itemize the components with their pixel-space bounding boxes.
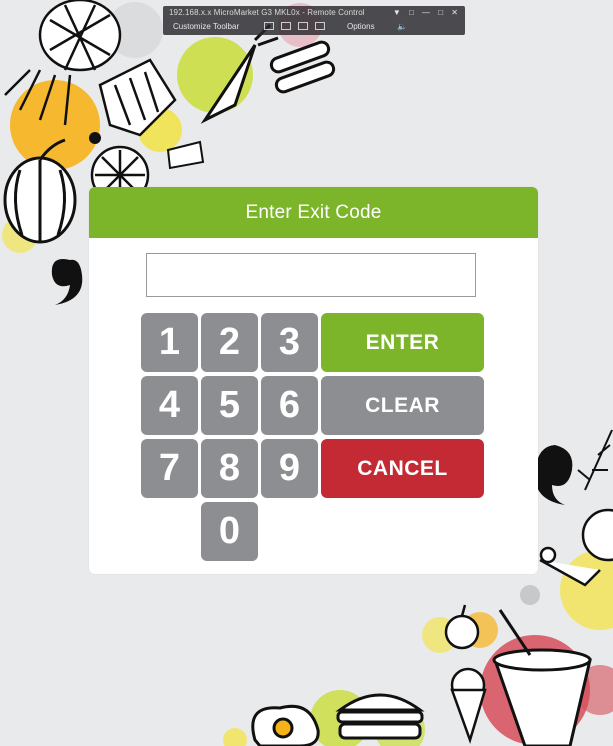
enter-button[interactable]: ENTER <box>321 313 484 372</box>
keypad-key-9[interactable]: 9 <box>261 439 318 498</box>
customize-toolbar-button[interactable]: Customize Toolbar <box>173 22 239 31</box>
screen-icon[interactable] <box>281 22 291 30</box>
remote-control-toolbar: 192.168.x.x MicroMarket G3 MKL0x - Remot… <box>163 6 465 35</box>
exit-code-dialog: Enter Exit Code 1 2 3 4 5 6 7 8 9 0 ENTE… <box>89 187 538 574</box>
dialog-header: Enter Exit Code <box>89 187 538 238</box>
cancel-button[interactable]: CANCEL <box>321 439 484 498</box>
keypad-key-4[interactable]: 4 <box>141 376 198 435</box>
keypad-key-3[interactable]: 3 <box>261 313 318 372</box>
clear-button[interactable]: CLEAR <box>321 376 484 435</box>
keypad-key-5[interactable]: 5 <box>201 376 258 435</box>
exit-code-input[interactable] <box>146 253 476 297</box>
keypad-key-0[interactable]: 0 <box>201 502 258 561</box>
keypad-key-2[interactable]: 2 <box>201 313 258 372</box>
remote-window-title: 192.168.x.x MicroMarket G3 MKL0x - Remot… <box>169 8 365 17</box>
volume-icon[interactable]: 🔈 <box>397 22 407 31</box>
dialog-title: Enter Exit Code <box>245 201 382 223</box>
screen-icon[interactable] <box>298 22 308 30</box>
options-button[interactable]: Options <box>347 22 375 31</box>
keypad-key-6[interactable]: 6 <box>261 376 318 435</box>
window-controls[interactable]: ▼ □ — □ ✕ <box>393 8 461 17</box>
keypad-key-7[interactable]: 7 <box>141 439 198 498</box>
screen-icon[interactable] <box>264 22 274 30</box>
keypad-key-8[interactable]: 8 <box>201 439 258 498</box>
keypad-key-1[interactable]: 1 <box>141 313 198 372</box>
screen-icon[interactable] <box>315 22 325 30</box>
